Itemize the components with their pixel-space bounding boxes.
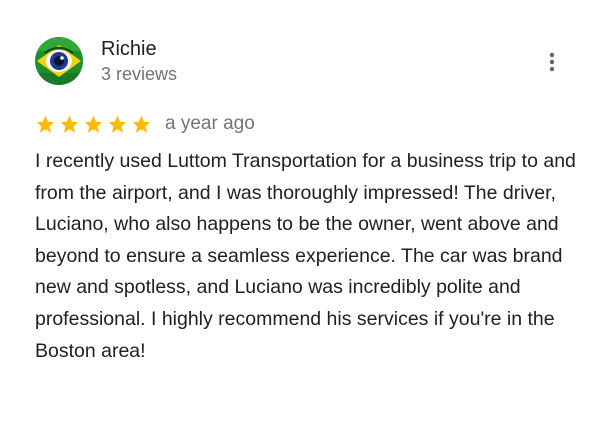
review-card: Richie 3 reviews a year ago I recently u… [0,0,599,425]
avatar-image [35,37,83,85]
reviewer-name[interactable]: Richie [101,37,157,61]
star-icon [83,114,104,135]
reviewer-review-count: 3 reviews [101,64,178,84]
star-icon [107,114,128,135]
review-text: I recently used Luttom Transportation fo… [35,150,576,362]
more-vert-icon [549,52,555,72]
review-date: a year ago [165,113,255,134]
star-icon [35,114,56,135]
star-rating [35,114,152,135]
star-icon [131,114,152,135]
avatar[interactable] [35,37,83,85]
star-icon [59,114,80,135]
more-options-button[interactable] [536,46,568,78]
rating-row: a year ago [35,112,255,136]
